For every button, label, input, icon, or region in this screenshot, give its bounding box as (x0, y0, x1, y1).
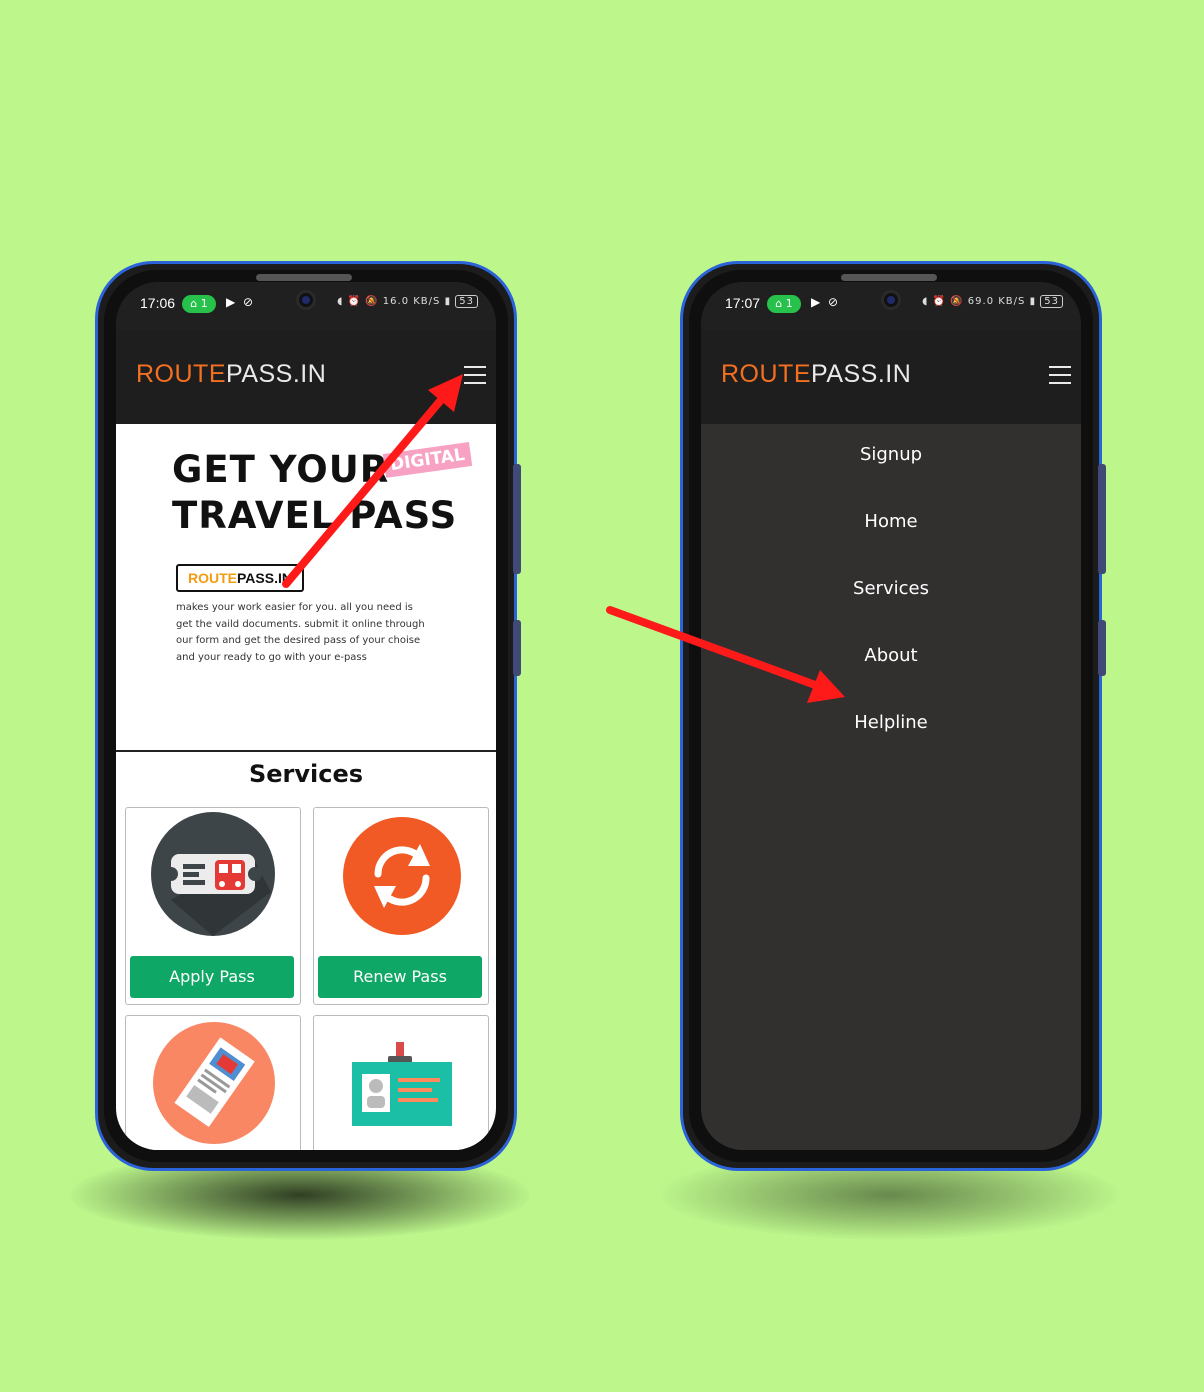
service-card-id (313, 1015, 489, 1150)
brand-logo[interactable]: ROUTEPASS.IN (721, 360, 911, 389)
home-content: GET YOUR DIGITAL TRAVEL PASS ROUTEPASS.I… (116, 424, 496, 1150)
brand-chip: ROUTEPASS.IN (176, 564, 304, 592)
right-screen: 17:07 ⌂ 1 ▶ ⊘ ◖ ⏰ 🔕 69.0 KB/S ▮ 53 ROUTE… (701, 282, 1081, 1150)
app-header: ROUTEPASS.IN (701, 330, 1081, 424)
battery-level: 53 (455, 295, 478, 308)
status-time: 17:07 (725, 295, 761, 311)
hero-title-line1: GET YOUR (172, 448, 390, 491)
id-card-icon (352, 1042, 452, 1126)
status-bar: 17:06 ⌂ 1 ▶ ⊘ ◖ ⏰ 🔕 16.0 KB/S ▮ 53 (116, 282, 496, 330)
section-divider (116, 750, 496, 752)
renew-pass-button[interactable]: Renew Pass (318, 956, 482, 998)
notification-icons: ▶ ⊘ (226, 295, 256, 309)
service-card-apply: Apply Pass (125, 807, 301, 1005)
service-card-ticket (125, 1015, 301, 1150)
power-button (1098, 620, 1106, 676)
nav-menu: Signup Home Services About Helpline (701, 424, 1081, 1150)
status-bar: 17:07 ⌂ 1 ▶ ⊘ ◖ ⏰ 🔕 69.0 KB/S ▮ 53 (701, 282, 1081, 330)
brand-logo[interactable]: ROUTEPASS.IN (136, 360, 326, 389)
bus-ticket-icon (151, 812, 275, 936)
app-header: ROUTEPASS.IN (116, 330, 496, 424)
menu-item-helpline[interactable]: Helpline (701, 712, 1081, 733)
status-right-icons: ◖ ⏰ 🔕 16.0 KB/S ▮ 53 (337, 295, 478, 308)
right-phone: 17:07 ⌂ 1 ▶ ⊘ ◖ ⏰ 🔕 69.0 KB/S ▮ 53 ROUTE… (680, 261, 1106, 1171)
menu-item-signup[interactable]: Signup (701, 444, 1081, 465)
volume-button (1098, 464, 1106, 574)
status-right-icons: ◖ ⏰ 🔕 69.0 KB/S ▮ 53 (922, 295, 1063, 308)
travel-ticket-icon (153, 1022, 275, 1144)
hotspot-badge: ⌂ 1 (767, 295, 801, 313)
notification-icons: ▶ ⊘ (811, 295, 841, 309)
volume-button (513, 464, 521, 574)
menu-item-about[interactable]: About (701, 645, 1081, 666)
earpiece-speaker (841, 274, 937, 281)
apply-pass-button[interactable]: Apply Pass (130, 956, 294, 998)
earpiece-speaker (256, 274, 352, 281)
menu-item-home[interactable]: Home (701, 511, 1081, 532)
hero-title-line2: TRAVEL PASS (172, 494, 458, 537)
services-title: Services (248, 760, 364, 788)
battery-level: 53 (1040, 295, 1063, 308)
power-button (513, 620, 521, 676)
digital-badge: DIGITAL (382, 442, 473, 478)
hamburger-menu-icon[interactable] (464, 366, 486, 384)
hamburger-menu-icon[interactable] (1049, 366, 1071, 384)
hero-description: makes your work easier for you. all you … (176, 602, 425, 663)
network-speed: 69.0 KB/S (967, 296, 1026, 307)
service-card-renew: Renew Pass (313, 807, 489, 1005)
status-time: 17:06 (140, 295, 176, 311)
network-speed: 16.0 KB/S (382, 296, 441, 307)
hotspot-badge: ⌂ 1 (182, 295, 216, 313)
refresh-icon (343, 817, 461, 935)
front-camera (296, 290, 316, 310)
left-screen: 17:06 ⌂ 1 ▶ ⊘ ◖ ⏰ 🔕 16.0 KB/S ▮ 53 ROUTE… (116, 282, 496, 1150)
left-phone: 17:06 ⌂ 1 ▶ ⊘ ◖ ⏰ 🔕 16.0 KB/S ▮ 53 ROUTE… (95, 261, 521, 1171)
front-camera (881, 290, 901, 310)
menu-item-services[interactable]: Services (701, 578, 1081, 599)
